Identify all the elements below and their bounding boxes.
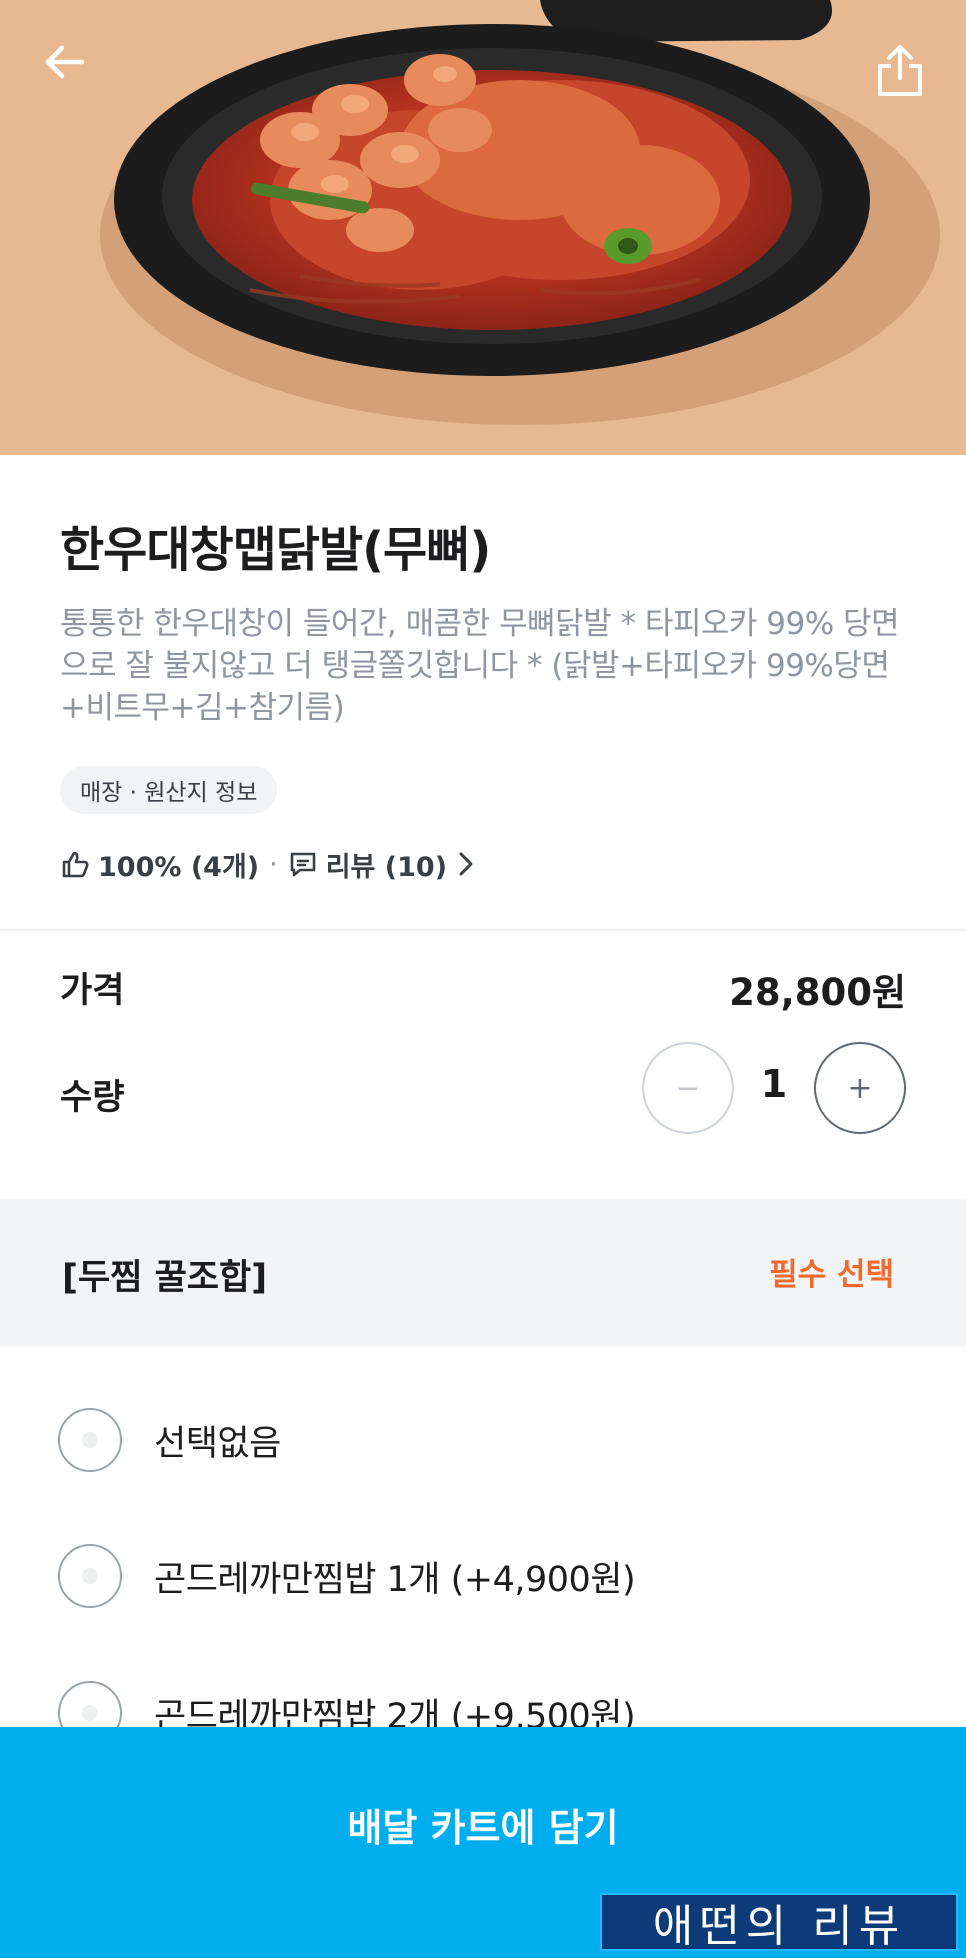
quantity-increase-button[interactable]: + [814,1042,906,1134]
quantity-value: 1 [760,1062,788,1106]
quantity-decrease-button[interactable]: − [642,1042,734,1134]
share-button[interactable] [874,44,946,116]
option-group-title: [두찜 꿀조합] [62,1258,268,1298]
product-title: 한우대창맵닭발(무뼈) [60,522,491,578]
option-label: 곤드레까만찜밥 1개 (+4,900원) [154,1559,636,1600]
share-icon [878,45,922,96]
back-arrow-icon [45,45,85,79]
rating-value: 100% (4개) [98,851,260,883]
back-button[interactable] [42,44,114,116]
comment-icon [288,849,318,879]
section-divider [0,929,966,931]
price-label: 가격 [60,971,125,1011]
review-link[interactable]: 리뷰 (10) [288,845,475,884]
food-photo [0,0,966,455]
option-group-header: [두찜 꿀조합] 필수 선택 [0,1199,966,1346]
watermark: 애떤의 리뷰 [600,1893,958,1952]
cta-label: 배달 카트에 담기 [347,1806,619,1850]
chevron-right-icon [457,850,475,878]
option-item[interactable]: 선택없음 [58,1405,918,1475]
required-badge: 필수 선택 [769,1257,894,1293]
option-label: 선택없음 [154,1423,281,1464]
option-item[interactable]: 곤드레까만찜밥 1개 (+4,900원) [58,1541,918,1611]
review-count: 리뷰 (10) [325,851,448,883]
quantity-label: 수량 [60,1078,125,1118]
thumbs-up-icon [60,849,90,879]
product-hero-image [0,0,966,455]
price-value: 28,800원 [729,971,906,1014]
separator: · [269,848,278,880]
rating-review-row: 100% (4개) · 리뷰 (10) [60,842,475,886]
product-description: 통통한 한우대창이 들어간, 매콤한 무뼈닭발 * 타피오카 99% 당면으로 … [60,606,900,726]
store-origin-info-button[interactable]: 매장 · 원산지 정보 [60,766,278,814]
radio-button[interactable] [58,1544,122,1608]
radio-button[interactable] [58,1408,122,1472]
